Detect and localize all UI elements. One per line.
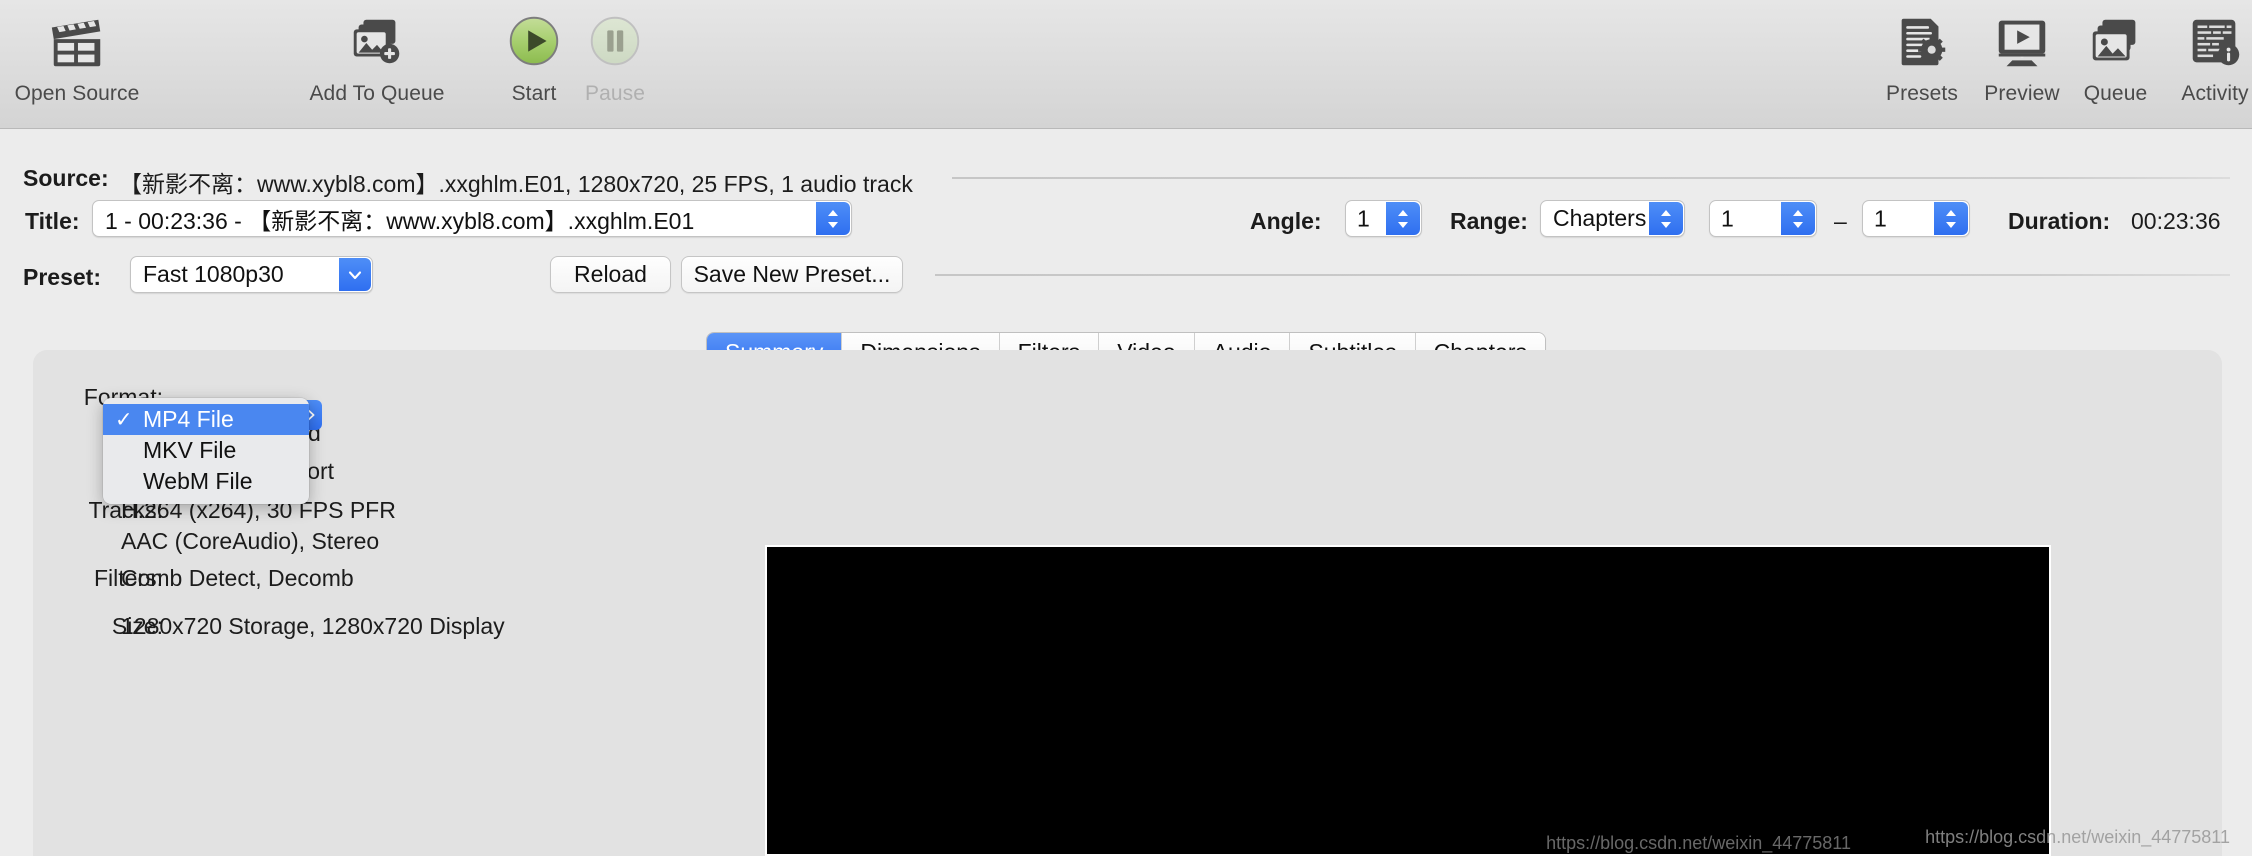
presets-icon xyxy=(1867,10,1977,76)
source-info-panel: Source: 【新影不离：www.xybl8.com】.xxghlm.E01,… xyxy=(0,129,2252,319)
title-select[interactable]: 1 - 00:23:36 - 【新影不离：www.xybl8.com】.xxgh… xyxy=(92,200,852,237)
source-divider xyxy=(952,177,2230,179)
preset-select[interactable]: Fast 1080p30 xyxy=(130,256,373,293)
toolbar-pause-label: Pause xyxy=(584,82,646,105)
format-option-mkv[interactable]: MKV File xyxy=(103,435,309,466)
format-option-mp4-label: MP4 File xyxy=(143,406,234,432)
title-select-value: 1 - 00:23:36 - 【新影不离：www.xybl8.com】.xxgh… xyxy=(105,207,695,234)
range-start-value: 1 xyxy=(1721,205,1734,231)
watermark: https://blog.csdn.net/weixin_44775811 xyxy=(1925,827,2230,847)
reload-button[interactable]: Reload xyxy=(550,256,671,293)
format-dropdown-menu[interactable]: ✓ MP4 File MKV File WebM File xyxy=(103,398,309,504)
pause-icon xyxy=(560,10,670,76)
range-dash: – xyxy=(1834,208,1847,234)
range-mode-select[interactable]: Chapters xyxy=(1540,200,1685,237)
clapperboard-icon xyxy=(2,10,152,76)
angle-value: 1 xyxy=(1357,205,1370,231)
angle-stepper[interactable] xyxy=(1386,202,1420,235)
preset-chevron-down-icon[interactable] xyxy=(339,258,371,291)
save-new-preset-label: Save New Preset... xyxy=(693,261,891,287)
toolbar-open-source-label: Open Source xyxy=(14,82,140,105)
size-value: 1280x720 Storage, 1280x720 Display xyxy=(121,613,505,639)
checkmark-icon: ✓ xyxy=(115,408,133,431)
tracks-value-line2: AAC (CoreAudio), Stereo xyxy=(121,528,380,554)
range-end-value: 1 xyxy=(1874,205,1887,231)
duration-value: 00:23:36 xyxy=(2131,208,2221,234)
main-toolbar: Open Source Add To Queue Start Pause Pre… xyxy=(0,0,2252,129)
range-start-field[interactable]: 1 xyxy=(1709,200,1817,237)
watermark-on-preview: https://blog.csdn.net/weixin_44775811 xyxy=(1546,833,1851,853)
duration-label: Duration: xyxy=(2008,208,2111,234)
range-start-stepper[interactable] xyxy=(1781,202,1815,235)
toolbar-pause[interactable]: Pause xyxy=(560,10,670,106)
toolbar-add-to-queue[interactable]: Add To Queue xyxy=(297,10,457,106)
summary-panel: Format: Web Optimized iPod 5G Support Tr… xyxy=(33,350,2222,856)
angle-field[interactable]: 1 xyxy=(1345,200,1422,237)
preview-thumbnail[interactable]: https://blog.csdn.net/weixin_44775811 xyxy=(765,545,2051,856)
source-label: Source: xyxy=(23,165,109,191)
format-option-mkv-label: MKV File xyxy=(143,437,237,463)
preset-select-value: Fast 1080p30 xyxy=(143,261,284,287)
reload-button-label: Reload xyxy=(574,261,647,287)
queue-stack-icon xyxy=(2063,10,2168,76)
toolbar-open-source[interactable]: Open Source xyxy=(2,10,152,106)
toolbar-presets[interactable]: Presets xyxy=(1867,10,1977,106)
range-end-field[interactable]: 1 xyxy=(1862,200,1970,237)
format-option-webm[interactable]: WebM File xyxy=(103,466,309,497)
title-label: Title: xyxy=(25,208,80,234)
toolbar-activity[interactable]: Activity xyxy=(2156,10,2252,106)
format-option-mp4[interactable]: ✓ MP4 File xyxy=(103,404,309,435)
add-to-queue-icon xyxy=(297,10,457,76)
activity-log-icon xyxy=(2156,10,2252,76)
range-end-stepper[interactable] xyxy=(1934,202,1968,235)
window-title-clip xyxy=(0,0,2252,7)
title-stepper[interactable] xyxy=(816,202,850,235)
range-mode-stepper[interactable] xyxy=(1649,202,1683,235)
format-option-webm-label: WebM File xyxy=(143,468,253,494)
range-label: Range: xyxy=(1450,208,1528,234)
filters-summary-value: Comb Detect, Decomb xyxy=(121,565,354,591)
preset-divider xyxy=(935,274,2230,276)
toolbar-presets-label: Presets xyxy=(1886,82,1958,105)
source-value: 【新影不离：www.xybl8.com】.xxghlm.E01, 1280x72… xyxy=(119,171,913,197)
toolbar-queue[interactable]: Queue xyxy=(2063,10,2168,106)
preset-label: Preset: xyxy=(23,264,101,290)
angle-label: Angle: xyxy=(1250,208,1322,234)
toolbar-add-to-queue-label: Add To Queue xyxy=(309,82,445,105)
preview-image xyxy=(767,547,2049,854)
save-new-preset-button[interactable]: Save New Preset... xyxy=(681,256,903,293)
toolbar-activity-label: Activity xyxy=(2181,82,2249,105)
toolbar-queue-label: Queue xyxy=(2083,82,2148,105)
